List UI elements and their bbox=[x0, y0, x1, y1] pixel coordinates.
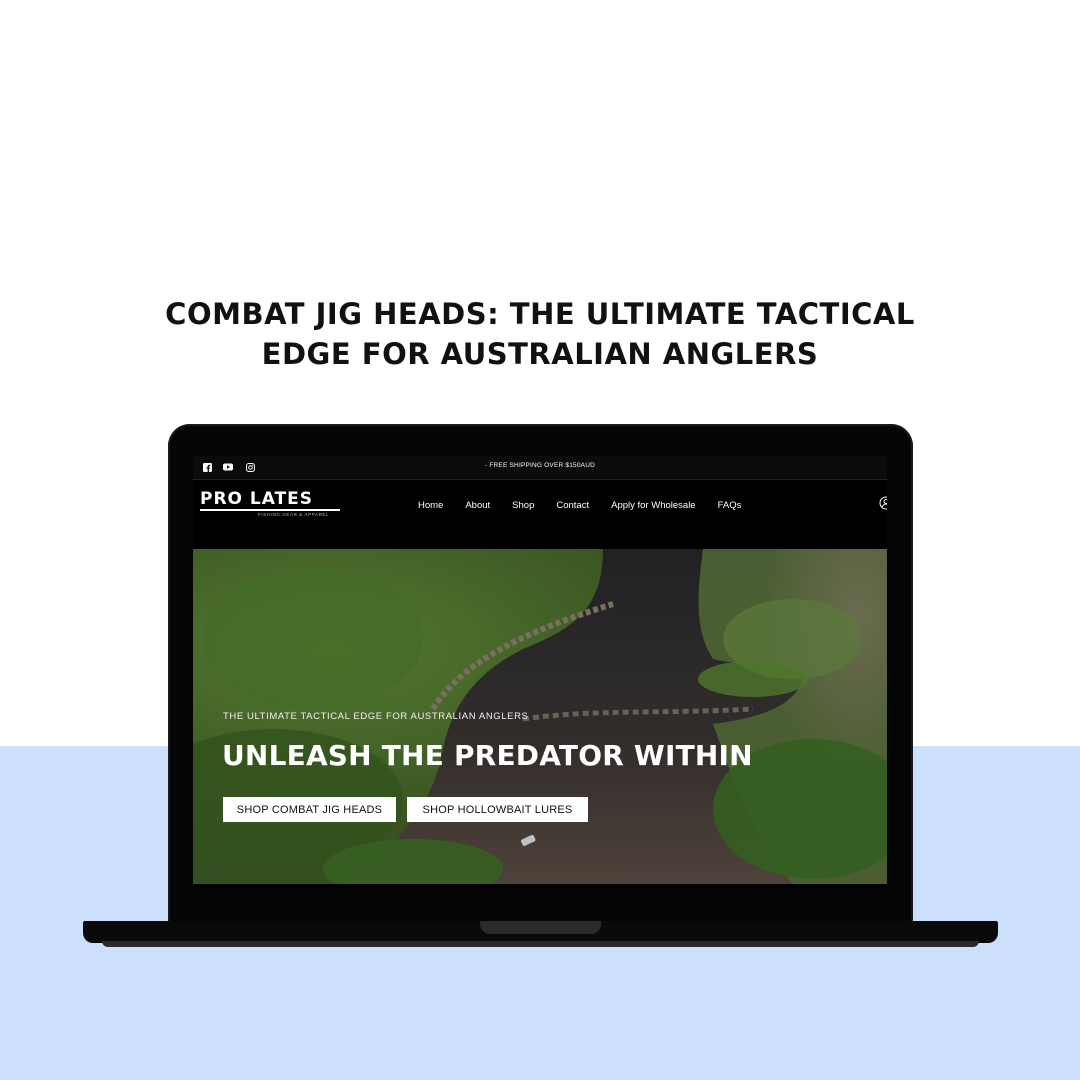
hero-banner: THE ULTIMATE TACTICAL EDGE FOR AUSTRALIA… bbox=[193, 549, 887, 884]
nav-contact[interactable]: Contact bbox=[556, 500, 589, 511]
logo-tagline: FISHING GEAR & APPAREL bbox=[258, 512, 330, 517]
announcement-bar: - FREE SHIPPING OVER $150AUD bbox=[193, 456, 887, 480]
headline-line-1: COMBAT JIG HEADS: THE ULTIMATE TACTICAL bbox=[165, 297, 915, 331]
nav-apply-wholesale[interactable]: Apply for Wholesale bbox=[611, 500, 695, 511]
laptop-base-shadow bbox=[102, 941, 979, 947]
nav-home[interactable]: Home bbox=[418, 500, 443, 511]
nav-about[interactable]: About bbox=[465, 500, 490, 511]
logo-wordmark: PRO LATES bbox=[200, 489, 314, 509]
page-headline: COMBAT JIG HEADS: THE ULTIMATE TACTICAL … bbox=[0, 294, 1080, 374]
site-logo[interactable]: PRO LATES FISHING GEAR & APPAREL bbox=[200, 489, 342, 517]
account-icon[interactable] bbox=[879, 496, 887, 510]
site-header: PRO LATES FISHING GEAR & APPAREL Home Ab… bbox=[193, 480, 887, 549]
shop-combat-jig-heads-button[interactable]: SHOP COMBAT JIG HEADS bbox=[223, 797, 396, 822]
headline-line-2: EDGE FOR AUSTRALIAN ANGLERS bbox=[261, 337, 819, 371]
main-nav: Home About Shop Contact Apply for Wholes… bbox=[418, 500, 763, 511]
logo-underline bbox=[200, 509, 340, 511]
nav-shop[interactable]: Shop bbox=[512, 500, 534, 511]
laptop-screen: - FREE SHIPPING OVER $150AUD PRO LATES F… bbox=[193, 456, 887, 888]
hero-title: UNLEASH THE PREDATOR WITHIN bbox=[222, 739, 753, 772]
hero-subtitle: THE ULTIMATE TACTICAL EDGE FOR AUSTRALIA… bbox=[223, 711, 529, 722]
shop-hollowbait-lures-button[interactable]: SHOP HOLLOWBAIT LURES bbox=[407, 797, 588, 822]
laptop-notch bbox=[480, 921, 601, 934]
nav-faqs[interactable]: FAQs bbox=[718, 500, 742, 511]
shipping-announcement: - FREE SHIPPING OVER $150AUD bbox=[485, 462, 595, 469]
